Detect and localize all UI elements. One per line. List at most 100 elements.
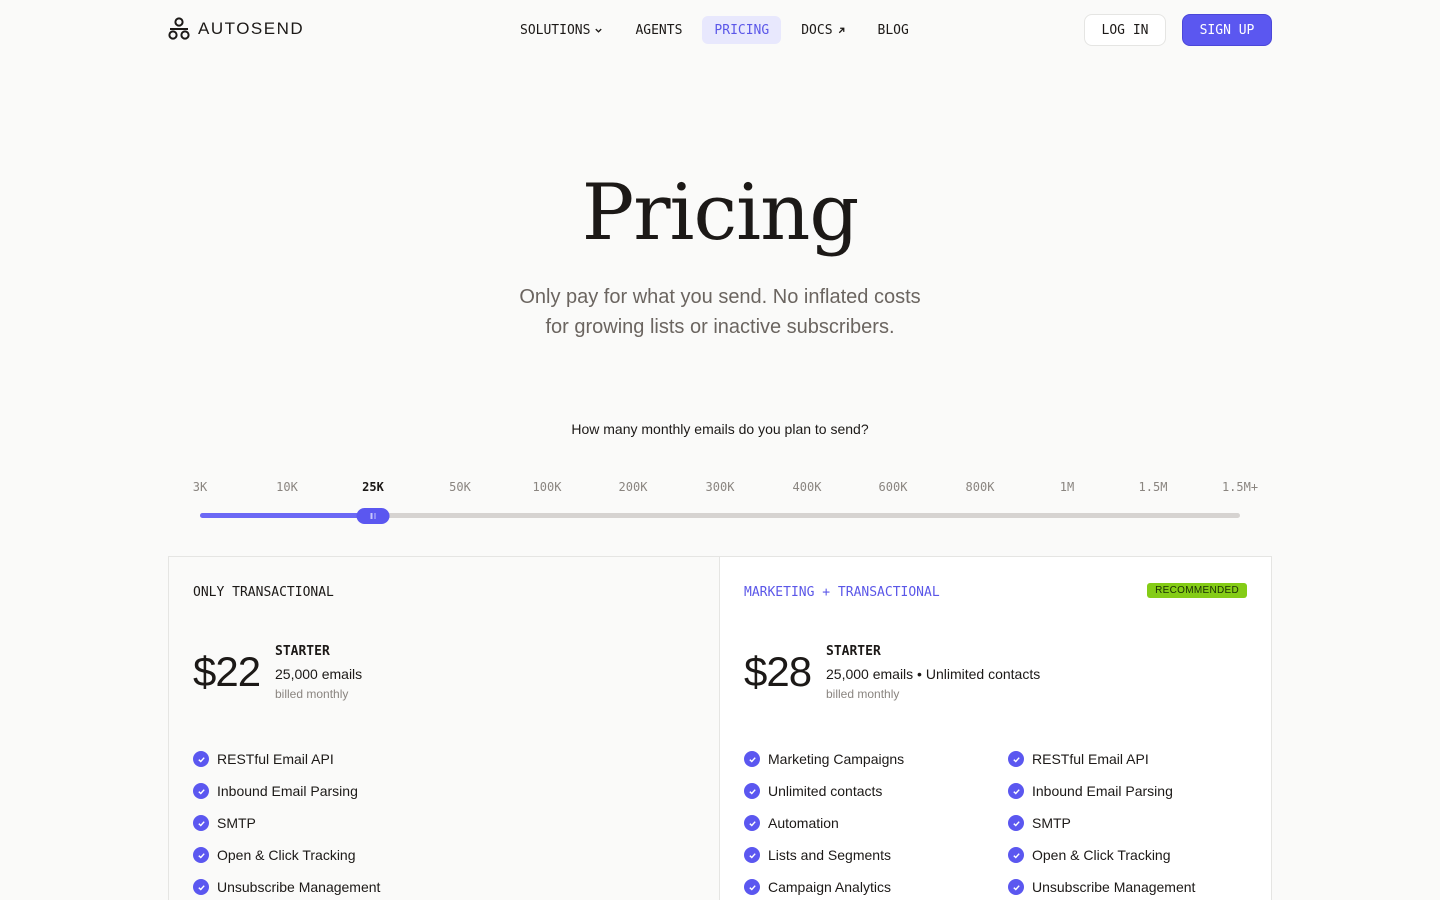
feature-item: Unlimited contacts	[744, 775, 904, 807]
page-title: Pricing	[581, 168, 860, 258]
nav-pricing-label: PRICING	[714, 22, 770, 38]
feature-label: SMTP	[1032, 815, 1071, 831]
feature-list: RESTful Email API Inbound Email Parsing SM…	[193, 743, 380, 900]
external-link-icon	[838, 27, 844, 33]
logo-icon	[168, 17, 190, 40]
check-icon	[193, 847, 209, 863]
top-nav: AUTOSEND SOLUTIONS AGENTS PRICING DOCS B…	[0, 0, 1440, 60]
plan-name: STARTER	[826, 644, 881, 659]
feature-item: Open & Click Tracking	[193, 839, 380, 871]
nav-agents-label: AGENTS	[635, 22, 683, 38]
check-icon	[1008, 847, 1024, 863]
plan-card-marketing: MARKETING + TRANSACTIONAL RECOMMENDED $2…	[720, 557, 1271, 900]
check-icon	[193, 751, 209, 767]
plan-price: $28	[744, 648, 812, 695]
check-icon	[1008, 783, 1024, 799]
feature-label: Unsubscribe Management	[1032, 879, 1196, 895]
nav-agents[interactable]: AGENTS	[623, 16, 694, 44]
check-icon	[744, 879, 760, 895]
feature-label: Campaign Analytics	[768, 879, 891, 895]
feature-list: RESTful Email API Inbound Email Parsing SM…	[1008, 743, 1195, 900]
feature-item: Unsubscribe Management	[1008, 871, 1195, 900]
feature-label: RESTful Email API	[217, 751, 334, 767]
feature-label: Automation	[768, 815, 839, 831]
check-icon	[744, 751, 760, 767]
feature-item: Automation	[744, 807, 904, 839]
volume-tick[interactable]: 300K	[706, 480, 735, 494]
volume-tick[interactable]: 1.5M+	[1222, 480, 1258, 494]
signup-button[interactable]: SIGN UP	[1182, 14, 1272, 46]
check-icon	[193, 815, 209, 831]
page-subtitle: Only pay for what you send. No inflated …	[470, 282, 970, 342]
volume-question: How many monthly emails do you plan to s…	[571, 421, 869, 437]
nav-blog-label: BLOG	[877, 22, 909, 38]
volume-slider-fill	[200, 513, 373, 518]
plan-description: 25,000 emails	[275, 666, 363, 682]
feature-item: SMTP	[193, 807, 380, 839]
volume-tick[interactable]: 10K	[276, 480, 298, 494]
feature-label: Marketing Campaigns	[768, 751, 905, 767]
feature-label: Lists and Segments	[768, 847, 891, 863]
subtitle-line-2: for growing lists or inactive subscriber…	[545, 316, 895, 338]
nav-pricing[interactable]: PRICING	[702, 16, 782, 44]
plan-card-transactional: ONLY TRANSACTIONAL $22 STARTER 25,000 em…	[169, 557, 720, 900]
volume-tick[interactable]: 1M	[1060, 480, 1074, 494]
nav-docs-label: DOCS	[801, 22, 833, 38]
feature-label: Inbound Email Parsing	[217, 783, 358, 799]
feature-label: Open & Click Tracking	[1032, 847, 1171, 863]
pricing-cards: ONLY TRANSACTIONAL $22 STARTER 25,000 em…	[168, 556, 1272, 900]
plan-billing: billed monthly	[275, 687, 349, 701]
feature-label: Open & Click Tracking	[217, 847, 356, 863]
volume-tick[interactable]: 200K	[619, 480, 648, 494]
feature-item: RESTful Email API	[1008, 743, 1195, 775]
volume-tick[interactable]: 1.5M	[1139, 480, 1168, 494]
check-icon	[193, 783, 209, 799]
plan-price: $22	[193, 648, 261, 695]
logo-text: AUTOSEND	[198, 19, 305, 38]
subtitle-line-1: Only pay for what you send. No inflated …	[519, 286, 921, 308]
feature-item: Inbound Email Parsing	[1008, 775, 1195, 807]
login-button[interactable]: LOG IN	[1084, 14, 1166, 46]
nav-blog[interactable]: BLOG	[866, 16, 921, 44]
check-icon	[1008, 815, 1024, 831]
check-icon	[1008, 751, 1024, 767]
volume-tick-labels: 3K 10K 25K 50K 100K 200K 300K 400K 600K 800K 1M 1.5…	[0, 480, 1440, 498]
feature-item: Inbound Email Parsing	[193, 775, 380, 807]
check-icon	[744, 783, 760, 799]
check-icon	[1008, 879, 1024, 895]
plan-description: 25,000 emails • Unlimited contacts	[826, 666, 1041, 682]
logo[interactable]: AUTOSEND	[168, 17, 304, 41]
feature-label: Unlimited contacts	[768, 783, 883, 799]
volume-tick[interactable]: 50K	[449, 480, 471, 494]
feature-label: Inbound Email Parsing	[1032, 783, 1173, 799]
volume-tick[interactable]: 800K	[966, 480, 995, 494]
volume-tick[interactable]: 400K	[793, 480, 822, 494]
volume-tick[interactable]: 600K	[879, 480, 908, 494]
nav-links: SOLUTIONS AGENTS PRICING DOCS BLOG	[508, 16, 929, 44]
check-icon	[744, 815, 760, 831]
feature-list: Marketing Campaigns Unlimited contacts Aut…	[744, 743, 904, 900]
feature-label: SMTP	[217, 815, 256, 831]
feature-item: Lists and Segments	[744, 839, 904, 871]
nav-solutions-label: SOLUTIONS	[520, 22, 591, 38]
nav-solutions[interactable]: SOLUTIONS	[508, 16, 615, 44]
grip-icon	[370, 513, 372, 519]
grip-icon	[374, 513, 376, 519]
feature-item: Campaign Analytics	[744, 871, 904, 900]
volume-tick[interactable]: 3K	[193, 480, 207, 494]
nav-docs[interactable]: DOCS	[789, 16, 857, 44]
recommended-badge: RECOMMENDED	[1147, 583, 1247, 598]
plan-name: STARTER	[275, 644, 330, 659]
volume-tick[interactable]: 100K	[533, 480, 562, 494]
check-icon	[744, 847, 760, 863]
chevron-down-icon	[595, 28, 603, 33]
feature-item: SMTP	[1008, 807, 1195, 839]
volume-tick[interactable]: 25K	[362, 480, 384, 494]
feature-item: Marketing Campaigns	[744, 743, 904, 775]
feature-item: RESTful Email API	[193, 743, 380, 775]
feature-label: Unsubscribe Management	[217, 879, 381, 895]
volume-slider-thumb[interactable]	[356, 508, 390, 524]
feature-item: Unsubscribe Management	[193, 871, 380, 900]
plan-category-label: MARKETING + TRANSACTIONAL	[744, 585, 940, 600]
feature-label: RESTful Email API	[1032, 751, 1149, 767]
